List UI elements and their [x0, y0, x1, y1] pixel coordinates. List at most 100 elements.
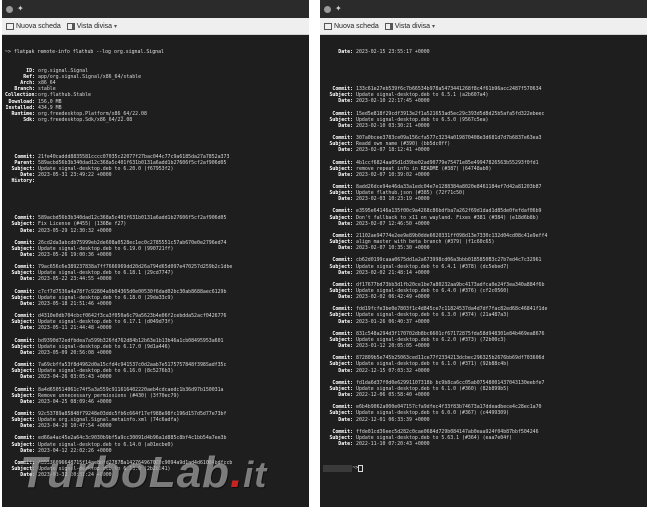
pin-icon[interactable]: ✦ — [17, 5, 24, 13]
new-tab-button[interactable]: Nuova scheda — [6, 22, 61, 30]
field-value: 2022-11-10 07:20:43 +0000 — [356, 440, 430, 447]
field-value: 2023-05-09 20:56:08 +0000 — [38, 349, 112, 356]
field-value: 2023-05-26 19:00:36 +0000 — [38, 252, 112, 258]
info-line: Sdk: org.freedesktop.Sdk/x86_64/22.08 — [5, 117, 306, 123]
field-value: 2023-02-07 12:46:50 +0000 — [356, 220, 430, 227]
commit-entry: Commit: cb62d0199caaa0675dd1a2a673998cd06… — [323, 257, 644, 275]
commit-entry: Commit: 8add26dce94e46da33a1edc04e7e12883… — [323, 184, 644, 202]
toolbar: Nuova scheda Vista divisa ▾ — [2, 18, 309, 35]
field-value: 2023-02-02 21:48:14 +0000 — [356, 269, 430, 276]
commit-entry: Commit: fd1da6d37f0d0e62991107318b bc9b8c… — [323, 380, 644, 398]
field-key: Date: — [338, 245, 353, 252]
commit-entry: Commit: df17677bd73bb3d1fb20ce1be7a80232a… — [323, 282, 644, 300]
commit-entry: Commit: 8a4d650514061c74f5a3a559c91161640… — [5, 387, 306, 405]
split-view-icon — [384, 22, 393, 30]
field-key: Date: — [338, 318, 353, 325]
field-value: 2022-12-15 07:03:32 +0000 — [356, 367, 430, 374]
title-bar: ✦ — [2, 0, 309, 18]
commit-entry: Commit: 21102ae94774e2ee9e89b0dde6020331f… — [323, 233, 644, 251]
field-key: Date: — [20, 423, 35, 430]
field-value: 2023-02-03 10:23:19 +0000 — [356, 196, 430, 203]
field-key: Date: — [20, 374, 35, 381]
chevron-down-icon: ▾ — [432, 23, 436, 30]
field-value: 2023-05-31 23:49:22 +0000 — [38, 172, 112, 179]
terminal-output[interactable]: ~> flatpak remote-info flathub --log org… — [2, 35, 309, 499]
field-key: Date: — [338, 343, 353, 350]
field-value: 2023-02-07 10:39:02 +0000 — [356, 171, 430, 178]
chevron-down-icon: ▾ — [114, 23, 118, 30]
pin-icon[interactable]: ✦ — [335, 5, 342, 13]
field-value: 2023-04-20 10:47:54 +0000 — [38, 423, 112, 430]
terminal-output[interactable]: Date: 2023-02-15 23:55:17 +0000 Commit: 13… — [320, 35, 647, 487]
field-key: Date: — [20, 227, 35, 234]
window-menu-icon[interactable] — [6, 5, 13, 13]
window-menu-icon[interactable] — [324, 5, 331, 13]
split-view-icon — [66, 22, 75, 30]
field-key: Date: — [20, 325, 35, 332]
split-view-button[interactable]: Vista divisa ▾ — [66, 22, 118, 30]
text-cursor — [358, 465, 364, 473]
field-value: 2023-02-10 22:17:45 +0000 — [356, 98, 430, 105]
field-key: Date: — [20, 300, 35, 307]
commit-entry: Commit: fdd19fcfe3be0e7803f1c4d845ce7c118… — [323, 306, 644, 324]
new-tab-label: Nuova scheda — [16, 22, 61, 30]
prompt-user — [323, 465, 353, 473]
commit-entry: Commit: 26cd2da3abcdb75999eb2de608a0528ec… — [5, 240, 306, 258]
field-value: 2023-02-10 03:30:21 +0000 — [356, 122, 430, 129]
field-value: 2023-02-07 18:12:41 +0000 — [356, 147, 430, 154]
split-view-label: Vista divisa — [394, 22, 431, 30]
command-text: ~> flatpak remote-info flathub --log org… — [5, 49, 164, 56]
commit-entry: Commit: e3595e64146a135f00c9a4268c86bdfba… — [323, 208, 644, 226]
field-key: Date: — [338, 367, 353, 374]
field-key: Date: — [338, 98, 353, 105]
field-key: Sdk: — [23, 117, 35, 124]
field-key: Date: — [338, 122, 353, 129]
split-view-label: Vista divisa — [76, 22, 113, 30]
split-view-button[interactable]: Vista divisa ▾ — [384, 22, 436, 30]
field-key: Date: — [20, 276, 35, 283]
toolbar: Nuova scheda Vista divisa ▾ — [320, 18, 647, 35]
commit-entry: Commit: 7a69cbffa53f8d4962d0a15cfd4c94153… — [5, 362, 306, 380]
field-value: 2023-01-12 20:05:05 +0000 — [356, 343, 430, 350]
prompt-line: ~> — [323, 465, 644, 473]
commit-entry: Commit: e6b4b9062a000e047157cfa9dfec4f33f… — [323, 404, 644, 422]
field-key: Date: — [338, 416, 353, 423]
commit-entry: Commit: d4310e0db704cbcf0642f3ca3f050a6c7… — [5, 313, 306, 331]
new-tab-button[interactable]: Nuova scheda — [324, 22, 379, 30]
field-value: 2023-04-25 08:09:46 +0000 — [38, 398, 112, 405]
prompt-line: ~> flatpak remote-info flathub --log org… — [5, 49, 306, 55]
title-bar: ✦ — [320, 0, 647, 18]
field-value: 2023-05-22 23:44:55 +0000 — [38, 276, 112, 283]
field-key: Date: — [338, 392, 353, 399]
field-key: Date: — [338, 269, 353, 276]
field-key: Date: — [20, 398, 35, 405]
terminal-window-left: ✦ Nuova scheda Vista divisa ▾ ~> flatpak… — [2, 0, 309, 507]
commit-entry: Commit: ffde01cd36eec5d282c0cae0684d729b0… — [323, 429, 644, 447]
field-value: 2023-01-26 06:40:37 +0000 — [356, 318, 430, 325]
log-line: Date: 2023-02-15 23:55:17 +0000 — [323, 49, 644, 55]
watermark-main: TurboLab — [20, 448, 231, 497]
field-value: 2023-05-11 21:44:48 +0000 — [38, 325, 112, 332]
head-line: History: — [5, 178, 306, 184]
new-tab-label: Nuova scheda — [334, 22, 379, 30]
commit-entry: Commit: bd9390d72edfbdea7a599b326fd762d84… — [5, 338, 306, 356]
field-value: 2023-05-29 12:30:32 +0000 — [38, 227, 112, 234]
field-key: Date: — [338, 220, 353, 227]
commit-entry: Commit: 15ed5e818f29cdf3913e2f1a521653ad5… — [323, 111, 644, 129]
commit-entry: Commit: 307a0bcee3783ce09a156cfa577c3234a… — [323, 135, 644, 153]
watermark-tld: it — [243, 454, 268, 495]
commit-entry: Commit: 831c548a294d3f170702db8bc6601cf67… — [323, 331, 644, 349]
watermark-dot: . — [230, 448, 244, 497]
commit-entry: Commit: 872809b5e745b25063ced11ce77f23342… — [323, 355, 644, 373]
field-key: Date: — [338, 171, 353, 178]
commit-entry: Commit: 79ac656c6e389237838a7ff7666969dd2… — [5, 264, 306, 282]
field-key: Date: — [20, 349, 35, 356]
field-key: Date: — [338, 294, 353, 301]
field-value: 2023-02-15 23:55:17 +0000 — [356, 49, 430, 56]
field-value: 2022-12-06 05:58:40 +0000 — [356, 392, 430, 399]
commit-entry: Commit: 4b1ccf6824aa05d1d39be02ad90779e75… — [323, 160, 644, 178]
field-value: org.freedesktop.Sdk/x86_64/22.08 — [38, 117, 133, 124]
field-value: 2023-04-26 03:05:43 +0000 — [38, 374, 112, 381]
field-value: 2023-05-18 21:51:46 +0000 — [38, 300, 112, 307]
field-key: History: — [11, 178, 35, 185]
